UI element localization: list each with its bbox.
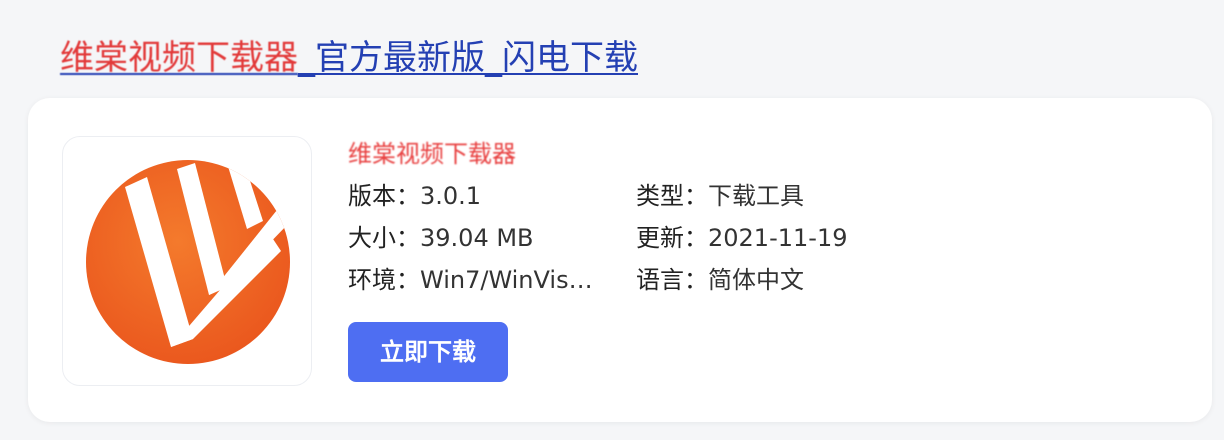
updated-label: 更新： <box>636 224 708 252</box>
language-value: 简体中文 <box>708 266 804 294</box>
environment-info: 环境：Win7/WinVis… <box>348 264 593 296</box>
environment-label: 环境： <box>348 266 420 294</box>
result-title-rest: _官方最新版_闪电下载 <box>298 38 638 78</box>
type-label: 类型： <box>636 182 708 210</box>
download-card: 维棠视频下载器 版本：3.0.1 类型：下载工具 大小：39.04 MB 更新：… <box>28 98 1212 422</box>
size-value: 39.04 MB <box>420 224 534 252</box>
environment-value: Win7/WinVis… <box>420 266 593 294</box>
download-now-button[interactable]: 立即下载 <box>348 322 508 382</box>
app-name: 维棠视频下载器 <box>348 140 516 168</box>
type-value: 下载工具 <box>708 182 804 210</box>
size-info: 大小：39.04 MB <box>348 222 534 254</box>
app-icon-box[interactable] <box>62 136 312 386</box>
result-title-link[interactable]: 维棠视频下载器_官方最新版_闪电下载 <box>60 34 638 82</box>
version-info: 版本：3.0.1 <box>348 180 481 212</box>
vidown-logo-icon <box>86 160 290 364</box>
updated-value: 2021-11-19 <box>708 224 848 252</box>
language-info: 语言：简体中文 <box>636 264 804 296</box>
result-title-redacted: 维棠视频下载器 <box>60 38 298 78</box>
size-label: 大小： <box>348 224 420 252</box>
search-result-page: 维棠视频下载器_官方最新版_闪电下载 维棠视频下载器 版本：3.0.1 类型：下… <box>0 0 1224 440</box>
version-label: 版本： <box>348 182 420 210</box>
type-info: 类型：下载工具 <box>636 180 804 212</box>
updated-info: 更新：2021-11-19 <box>636 222 847 254</box>
language-label: 语言： <box>636 266 708 294</box>
version-value: 3.0.1 <box>420 182 482 210</box>
